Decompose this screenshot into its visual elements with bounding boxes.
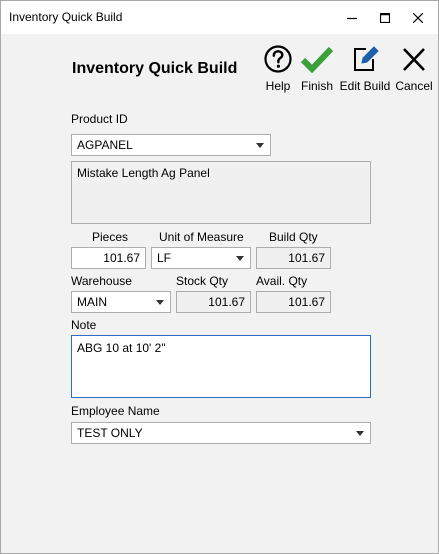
edit-build-button[interactable]: Edit Build	[337, 45, 393, 93]
description-text: Mistake Length Ag Panel	[77, 166, 210, 180]
product-id-dropdown[interactable]: AGPANEL	[71, 134, 271, 156]
pieces-label: Pieces	[92, 230, 129, 244]
window-title: Inventory Quick Build	[9, 10, 123, 24]
cancel-x-icon	[403, 48, 425, 71]
app-window: Inventory Quick Build Inventory Quick Bu…	[0, 0, 439, 554]
build-qty-field: 101.67	[256, 247, 331, 269]
close-window-button[interactable]	[402, 1, 434, 34]
pieces-value: 101.67	[103, 251, 140, 265]
note-textarea[interactable]: ABG 10 at 10' 2"	[71, 335, 371, 398]
product-id-value: AGPANEL	[77, 138, 133, 152]
edit-build-label: Edit Build	[339, 79, 391, 93]
build-qty-label: Build Qty	[269, 230, 318, 244]
stock-qty-field: 101.67	[176, 291, 251, 313]
warehouse-value: MAIN	[77, 295, 107, 309]
note-value: ABG 10 at 10' 2"	[77, 341, 166, 355]
avail-qty-field: 101.67	[256, 291, 331, 313]
title-bar: Inventory Quick Build	[1, 1, 438, 34]
cancel-label: Cancel	[395, 79, 433, 93]
help-icon	[264, 45, 292, 73]
chevron-down-icon	[256, 143, 264, 148]
edit-icon	[354, 46, 379, 71]
product-id-label: Product ID	[71, 112, 128, 126]
minimize-button[interactable]	[336, 1, 368, 34]
employee-name-label: Employee Name	[71, 404, 160, 418]
employee-name-value: TEST ONLY	[77, 426, 143, 440]
description-box: Mistake Length Ag Panel	[71, 161, 371, 224]
uom-dropdown[interactable]: LF	[151, 247, 251, 269]
warehouse-dropdown[interactable]: MAIN	[71, 291, 171, 313]
checkmark-icon	[300, 46, 334, 73]
maximize-button[interactable]	[369, 1, 401, 34]
avail-qty-label: Avail. Qty	[256, 274, 308, 288]
minimize-icon	[347, 17, 357, 20]
cancel-button[interactable]: Cancel	[386, 45, 439, 93]
uom-label: Unit of Measure	[159, 230, 244, 244]
maximize-icon	[380, 13, 390, 23]
stock-qty-label: Stock Qty	[176, 274, 229, 288]
pieces-input[interactable]: 101.67	[71, 247, 146, 269]
stock-qty-value: 101.67	[208, 295, 245, 309]
warehouse-label: Warehouse	[71, 274, 132, 288]
chevron-down-icon	[156, 300, 164, 305]
avail-qty-value: 101.67	[288, 295, 325, 309]
uom-value: LF	[157, 251, 172, 265]
close-icon	[413, 13, 423, 23]
note-label: Note	[71, 318, 97, 332]
chevron-down-icon	[236, 256, 244, 261]
build-qty-value: 101.67	[288, 251, 325, 265]
employee-name-dropdown[interactable]: TEST ONLY	[71, 422, 371, 444]
page-title: Inventory Quick Build	[72, 60, 238, 77]
chevron-down-icon	[356, 431, 364, 436]
